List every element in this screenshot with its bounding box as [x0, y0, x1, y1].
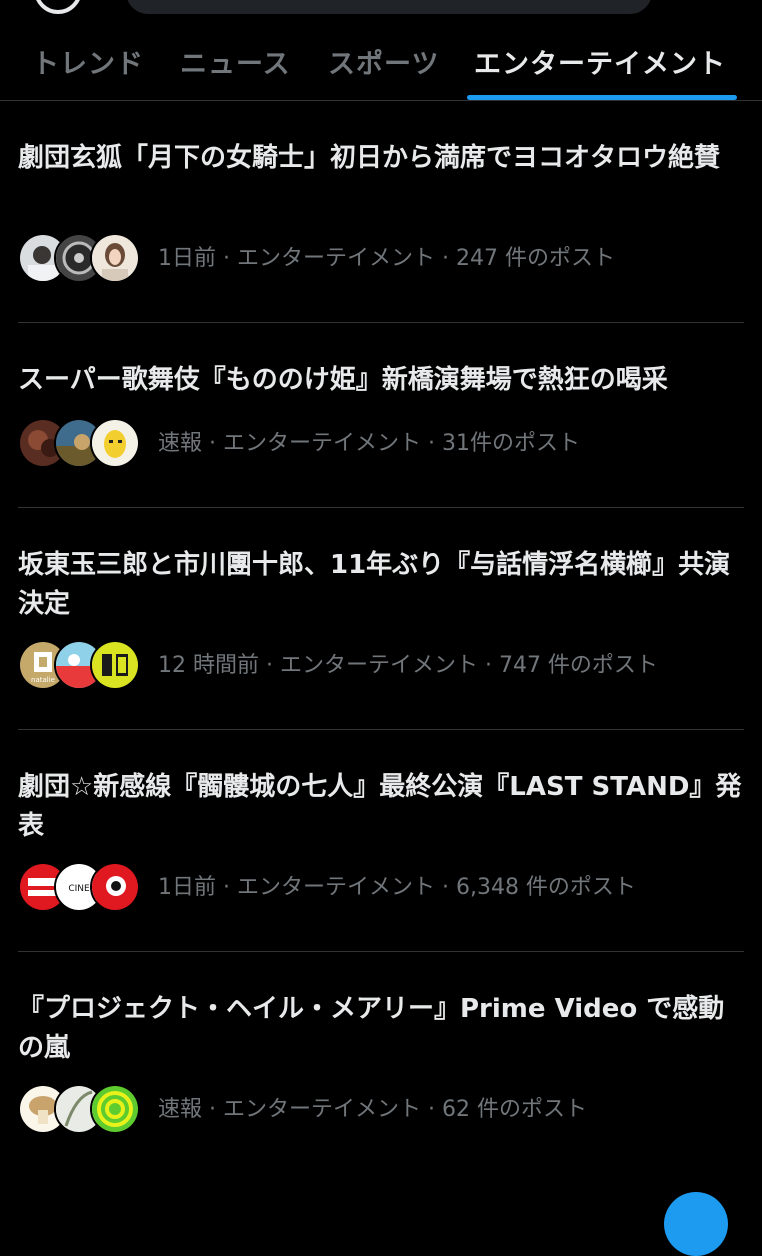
- news-title: スーパー歌舞伎『もののけ姫』新橋演舞場で熱狂の喝采: [18, 365, 668, 395]
- news-item[interactable]: 劇団玄狐「月下の女騎士」初日から満席でヨコオタロウ絶賛 1日前 · エンターテイ…: [0, 101, 762, 323]
- natalie-logo-text: natalie: [31, 676, 55, 684]
- search-bar[interactable]: [126, 0, 652, 14]
- avatar-group: [18, 417, 142, 468]
- news-meta: natalie 12 時間前 · エンターテイメント · 747 件のポスト: [18, 639, 738, 690]
- avatar-group: [18, 232, 142, 283]
- news-meta-text: 速報 · エンターテイメント · 62 件のポスト: [158, 1097, 587, 1122]
- cine-logo-text: CINE: [68, 884, 90, 894]
- news-title: 劇団玄狐「月下の女騎士」初日から満席でヨコオタロウ絶賛: [18, 143, 721, 173]
- news-meta: CINE 1日前 · エンターテイメント · 6,348 件のポスト: [18, 861, 738, 912]
- tab-trends[interactable]: トレンド: [32, 42, 144, 81]
- news-item[interactable]: 『プロジェクト・ヘイル・メアリー』Prime Video で感動の嵐 速報 · …: [0, 952, 762, 1174]
- tab-entertainment[interactable]: エンターテイメント: [474, 42, 726, 81]
- news-meta-text: 1日前 · エンターテイメント · 6,348 件のポスト: [158, 875, 636, 900]
- news-title: 坂東玉三郎と市川團十郎、11年ぶり『与話情浮名横櫛』共演決定: [18, 550, 731, 619]
- news-title: 『プロジェクト・ヘイル・メアリー』Prime Video で感動の嵐: [18, 994, 725, 1063]
- news-meta-text: 速報 · エンターテイメント · 31件のポスト: [158, 431, 580, 456]
- news-meta: 速報 · エンターテイメント · 31件のポスト: [18, 417, 738, 468]
- news-meta-text: 12 時間前 · エンターテイメント · 747 件のポスト: [158, 653, 658, 678]
- tab-news[interactable]: ニュース: [180, 42, 291, 81]
- avatar-group: [18, 1083, 142, 1134]
- news-list: 劇団玄狐「月下の女騎士」初日から満席でヨコオタロウ絶賛 1日前 · エンターテイ…: [0, 101, 762, 1174]
- avatar: [90, 640, 140, 690]
- tab-sports[interactable]: スポーツ: [328, 42, 439, 81]
- news-meta-text: 1日前 · エンターテイメント · 247 件のポスト: [158, 246, 615, 271]
- compose-button[interactable]: [664, 1192, 728, 1256]
- news-item[interactable]: 劇団☆新感線『髑髏城の七人』最終公演『LAST STAND』発表 CINE 1日…: [0, 730, 762, 952]
- news-meta: 速報 · エンターテイメント · 62 件のポスト: [18, 1083, 738, 1134]
- news-item[interactable]: スーパー歌舞伎『もののけ姫』新橋演舞場で熱狂の喝采 速報 · エンターテイメント…: [0, 323, 762, 508]
- explore-tabs: トレンド ニュース スポーツ エンターテイメント: [0, 28, 762, 100]
- avatar: [90, 418, 140, 468]
- news-title: 劇団☆新感線『髑髏城の七人』最終公演『LAST STAND』発表: [18, 772, 742, 841]
- news-meta: 1日前 · エンターテイメント · 247 件のポスト: [18, 232, 738, 283]
- avatar: [90, 233, 140, 283]
- avatar-group: natalie: [18, 639, 142, 690]
- avatar: [90, 862, 140, 912]
- avatar-group: CINE: [18, 861, 142, 912]
- news-item[interactable]: 坂東玉三郎と市川團十郎、11年ぶり『与話情浮名横櫛』共演決定 natalie 1…: [0, 508, 762, 730]
- profile-avatar[interactable]: [34, 0, 82, 14]
- avatar: [90, 1084, 140, 1134]
